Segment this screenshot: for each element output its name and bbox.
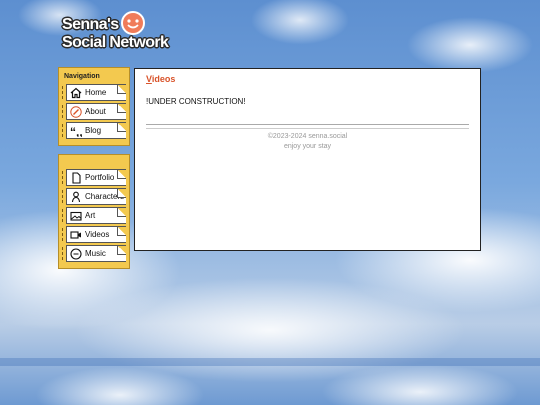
nav-item-art[interactable]: Art bbox=[62, 207, 126, 224]
video-camera-icon bbox=[70, 229, 82, 241]
page-fold bbox=[117, 85, 126, 94]
sidebar: Navigation Home About “,, Blog Portfolio… bbox=[58, 67, 130, 277]
nav-item-label: Videos bbox=[85, 230, 110, 239]
nav-item-home[interactable]: Home bbox=[62, 84, 126, 101]
divider bbox=[146, 124, 469, 125]
nav-item-about[interactable]: About bbox=[62, 103, 126, 120]
page-fold bbox=[117, 246, 126, 255]
svg-text:“,,: “,, bbox=[70, 125, 82, 137]
pages-heading bbox=[62, 158, 126, 167]
divider bbox=[146, 128, 469, 129]
nav-item-label: About bbox=[85, 107, 106, 116]
nav-item-label: Blog bbox=[85, 126, 102, 135]
pencil-icon bbox=[70, 105, 82, 118]
pages-panel: Portfolio Characters Art Videos Music bbox=[58, 154, 130, 269]
page-title: Videos bbox=[146, 74, 175, 84]
nav-item-videos[interactable]: Videos bbox=[62, 226, 126, 243]
footer-band bbox=[0, 358, 540, 366]
nav-item-blog[interactable]: “,, Blog bbox=[62, 122, 126, 139]
footer-tagline: enjoy your stay bbox=[283, 143, 332, 150]
logo-line-1: Senna's bbox=[62, 16, 119, 33]
image-icon bbox=[70, 210, 82, 222]
nav-item-label: Art bbox=[85, 211, 96, 220]
navigation-panel: Navigation Home About “,, Blog bbox=[58, 67, 130, 146]
quote-icon: “,, bbox=[70, 125, 82, 137]
music-icon bbox=[70, 247, 82, 260]
document-icon bbox=[70, 171, 82, 184]
page-title-rest: ideos bbox=[151, 74, 176, 84]
page-fold bbox=[117, 208, 126, 217]
nav-item-portfolio[interactable]: Portfolio bbox=[62, 169, 126, 186]
page-fold bbox=[117, 189, 126, 198]
nav-item-label: Home bbox=[85, 88, 107, 97]
page-fold bbox=[117, 227, 126, 236]
page-fold bbox=[117, 170, 126, 179]
site-logo[interactable]: Senna's Social Network bbox=[62, 10, 180, 54]
nav-item-label: Portfolio bbox=[85, 173, 115, 182]
footer-copyright: ©2023-2024 senna.social bbox=[267, 133, 348, 140]
under-construction-text: !UNDER CONSTRUCTION! bbox=[146, 97, 246, 106]
nav-item-music[interactable]: Music bbox=[62, 245, 126, 262]
smiley-face-icon bbox=[121, 11, 145, 35]
page-fold bbox=[117, 104, 126, 113]
home-icon bbox=[70, 87, 82, 99]
page-fold bbox=[117, 123, 126, 132]
nav-item-label: Music bbox=[85, 249, 106, 258]
main-content: Videos !UNDER CONSTRUCTION! ©2023-2024 s… bbox=[134, 68, 481, 251]
person-icon bbox=[70, 191, 82, 203]
logo-line-2: Social Network bbox=[62, 34, 169, 51]
navigation-heading: Navigation bbox=[64, 73, 100, 80]
nav-item-characters[interactable]: Characters bbox=[62, 188, 126, 205]
